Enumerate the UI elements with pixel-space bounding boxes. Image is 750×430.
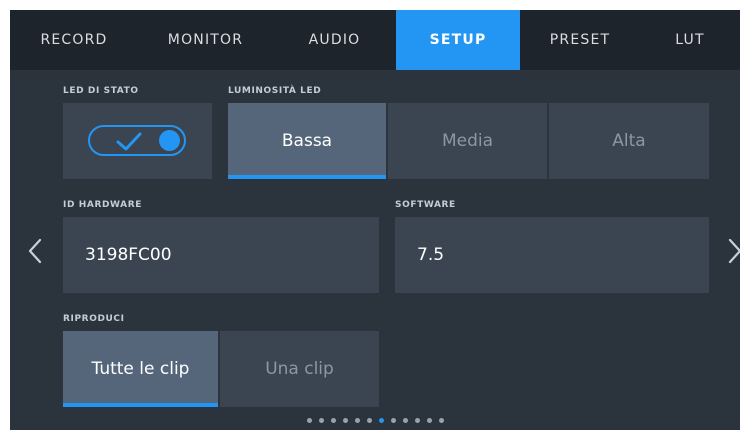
page-dot xyxy=(330,418,336,423)
page-dot xyxy=(354,418,360,423)
software-label: SOFTWARE xyxy=(395,200,456,210)
led-brightness-option-media[interactable]: Media xyxy=(388,103,547,179)
led-brightness-option-label: Bassa xyxy=(281,131,333,151)
tab-setup[interactable]: SETUP xyxy=(396,10,520,70)
tab-audio[interactable]: AUDIO xyxy=(273,10,396,70)
led-brightness-option-label: Media xyxy=(441,131,494,151)
hardware-id-value: 3198FC00 xyxy=(85,245,172,265)
led-status-toggle[interactable] xyxy=(88,125,186,156)
playback-option-all-clips[interactable]: Tutte le clip xyxy=(63,331,218,407)
software-field: 7.5 xyxy=(395,217,709,293)
page-dot xyxy=(438,418,444,423)
page-dot xyxy=(414,418,420,423)
selection-indicator xyxy=(228,175,386,179)
tab-record[interactable]: RECORD xyxy=(10,10,138,70)
playback-option-label: Una clip xyxy=(265,359,334,379)
page-dot-active xyxy=(378,418,384,423)
led-brightness-label: LUMINOSITÀ LED xyxy=(228,86,322,96)
tab-lut[interactable]: LUT xyxy=(640,10,740,70)
page-dot xyxy=(306,418,312,423)
tab-bar: RECORD MONITOR AUDIO SETUP PRESET LUT xyxy=(10,10,740,70)
page-indicator xyxy=(10,418,740,426)
tab-preset[interactable]: PRESET xyxy=(520,10,640,70)
led-brightness-option-alta[interactable]: Alta xyxy=(549,103,709,179)
setup-screen: RECORD MONITOR AUDIO SETUP PRESET LUT LE… xyxy=(10,10,740,430)
software-version-value: 7.5 xyxy=(417,245,445,265)
playback-option-one-clip[interactable]: Una clip xyxy=(220,331,379,407)
page-dot xyxy=(426,418,432,423)
led-brightness-option-label: Alta xyxy=(612,131,646,151)
page-dot xyxy=(318,418,324,423)
led-status-label: LED DI STATO xyxy=(63,86,139,96)
toggle-knob xyxy=(159,130,180,151)
chevron-left-icon xyxy=(28,238,42,264)
previous-page-button[interactable] xyxy=(28,238,42,268)
next-page-button[interactable] xyxy=(728,238,740,268)
chevron-right-icon xyxy=(728,238,740,264)
hardware-id-field: 3198FC00 xyxy=(63,217,379,293)
hardware-id-label: ID HARDWARE xyxy=(63,200,143,210)
page-dot xyxy=(402,418,408,423)
page-dot xyxy=(366,418,372,423)
playback-option-label: Tutte le clip xyxy=(91,359,190,379)
tab-monitor[interactable]: MONITOR xyxy=(138,10,273,70)
page-dot xyxy=(342,418,348,423)
selection-indicator xyxy=(63,403,218,407)
playback-label: RIPRODUCI xyxy=(63,314,125,324)
led-status-tile xyxy=(63,103,212,179)
checkmark-icon xyxy=(116,132,142,151)
page-dot xyxy=(390,418,396,423)
led-brightness-option-bassa[interactable]: Bassa xyxy=(228,103,386,179)
